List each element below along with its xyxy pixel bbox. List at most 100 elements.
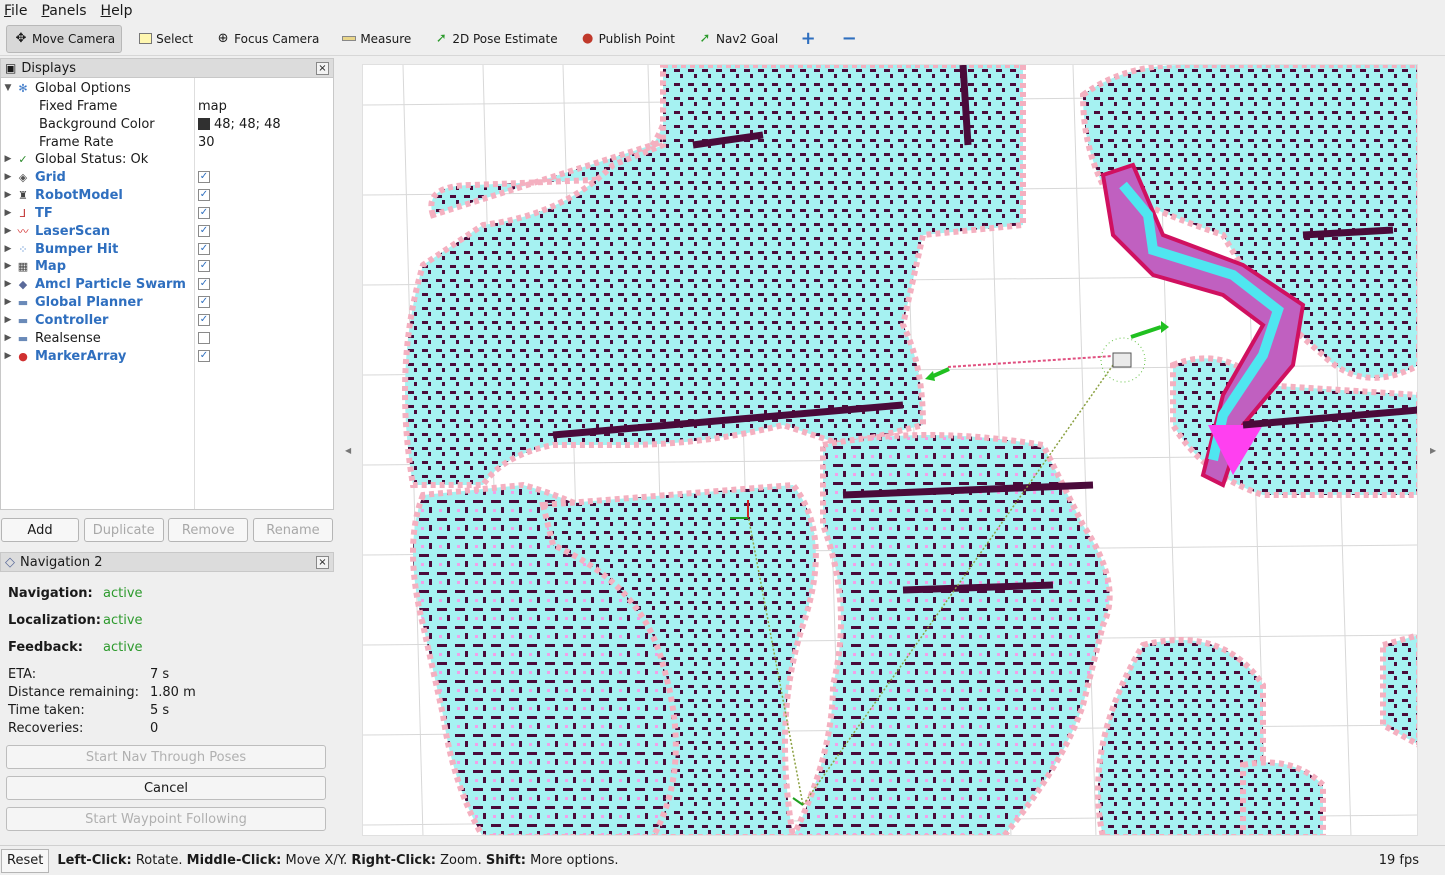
start-waypoint-following-button[interactable]: Start Waypoint Following [6, 807, 326, 831]
collapsed-arrow-icon[interactable]: ▶ [1, 261, 15, 271]
displays-button-row: Add Duplicate Remove Rename [0, 518, 334, 544]
menu-panels[interactable]: Panels [41, 3, 86, 19]
splitter-handle-right[interactable]: ▶ [1430, 446, 1436, 455]
fixed-frame-label: Fixed Frame [39, 98, 118, 114]
grid-icon: ◈ [18, 170, 28, 184]
display-item-map[interactable]: ▶ ▦ Map ✓ [1, 257, 335, 275]
menu-help[interactable]: Help [101, 3, 133, 19]
robot-icon: ♜ [18, 188, 28, 202]
start-nav-through-poses-button[interactable]: Start Nav Through Poses [6, 745, 326, 769]
select-icon [137, 31, 153, 47]
display-checkbox[interactable]: ✓ [198, 189, 210, 201]
display-checkbox[interactable]: ✓ [198, 225, 210, 237]
frame-rate-value[interactable]: 30 [198, 135, 215, 150]
collapsed-arrow-icon[interactable]: ▶ [1, 351, 15, 361]
close-icon[interactable]: × [316, 62, 329, 75]
reset-button[interactable]: Reset [1, 848, 50, 873]
publish-point-tool[interactable]: ● Publish Point [573, 25, 682, 53]
display-item-amcl-particle-swarm[interactable]: ▶ ◆ Amcl Particle Swarm ✓ [1, 275, 335, 293]
3d-view[interactable] [362, 64, 1418, 836]
display-checkbox[interactable] [198, 332, 210, 344]
plus-icon: + [800, 28, 816, 49]
display-checkbox[interactable]: ✓ [198, 207, 210, 219]
left-click-label: Left-Click: [57, 853, 132, 868]
close-icon[interactable]: × [316, 556, 329, 569]
add-button[interactable]: Add [1, 518, 79, 542]
display-label: RobotModel [35, 187, 123, 203]
nav2-diamond-icon: ◇ [5, 554, 15, 570]
collapsed-arrow-icon[interactable]: ▶ [1, 154, 15, 164]
display-checkbox[interactable]: ✓ [198, 260, 210, 272]
display-checkbox[interactable]: ✓ [198, 171, 210, 183]
robot-marker [1100, 321, 1169, 383]
collapsed-arrow-icon[interactable]: ▶ [1, 244, 15, 254]
display-label: TF [35, 205, 53, 221]
display-item-realsense[interactable]: ▶ ▬ Realsense [1, 329, 335, 347]
display-item-markerarray[interactable]: ▶ ● MarkerArray ✓ [1, 347, 335, 365]
display-item-laserscan[interactable]: ▶ 〰 LaserScan ✓ [1, 222, 335, 240]
middle-click-text: Move X/Y. [281, 853, 352, 868]
global-options-row[interactable]: ▼ ✻ Global Options [1, 79, 335, 97]
display-checkbox[interactable]: ✓ [198, 314, 210, 326]
pose-estimate-tool[interactable]: ➚ 2D Pose Estimate [426, 25, 564, 53]
expanded-arrow-icon[interactable]: ▼ [1, 83, 15, 93]
display-checkbox[interactable]: ✓ [198, 296, 210, 308]
display-item-global-planner[interactable]: ▶ ▬ Global Planner ✓ [1, 293, 335, 311]
map-icon: ▦ [17, 259, 29, 273]
collapsed-arrow-icon[interactable]: ▶ [1, 226, 15, 236]
rename-button[interactable]: Rename [252, 518, 333, 542]
global-status-row[interactable]: ▶ ✓ Global Status: Ok [1, 150, 335, 168]
collapsed-arrow-icon[interactable]: ▶ [1, 279, 15, 289]
measure-tool[interactable]: Measure [334, 25, 418, 53]
display-checkbox[interactable]: ✓ [198, 350, 210, 362]
focus-camera-tool[interactable]: ⊕ Focus Camera [208, 25, 326, 53]
navigation-status: Navigation: active [8, 586, 143, 601]
cancel-button[interactable]: Cancel [6, 776, 326, 800]
fixed-frame-row[interactable]: Fixed Frame map [1, 97, 335, 115]
displays-tree: ▼ ✻ Global Options Fixed Frame map Backg… [0, 78, 334, 510]
move-camera-tool[interactable]: ✥ Move Camera [6, 24, 123, 53]
collapsed-arrow-icon[interactable]: ▶ [1, 297, 15, 307]
display-item-robotmodel[interactable]: ▶ ♜ RobotModel ✓ [1, 186, 335, 204]
add-tool-button[interactable]: + [793, 25, 826, 53]
splitter-handle-left[interactable]: ◀ [345, 446, 351, 455]
menu-file[interactable]: File [4, 3, 27, 19]
background-color-label: Background Color [39, 116, 155, 132]
display-label: LaserScan [35, 223, 111, 239]
collapsed-arrow-icon[interactable]: ▶ [1, 315, 15, 325]
monitor-icon: ▣ [5, 61, 17, 75]
display-checkbox[interactable]: ✓ [198, 278, 210, 290]
navigation-label: Navigation: [8, 586, 93, 601]
ruler-icon [341, 31, 357, 47]
collapsed-arrow-icon[interactable]: ▶ [1, 208, 15, 218]
collapsed-arrow-icon[interactable]: ▶ [1, 333, 15, 343]
remove-button[interactable]: Remove [168, 518, 249, 542]
display-label: Global Planner [35, 294, 143, 310]
collapsed-arrow-icon[interactable]: ▶ [1, 172, 15, 182]
map-canvas[interactable] [363, 65, 1418, 836]
fps-counter: 19 fps [1378, 853, 1419, 868]
nav2-panel-header: ◇ Navigation 2 × [0, 552, 334, 572]
fixed-frame-value[interactable]: map [198, 99, 227, 114]
display-label: Grid [35, 169, 66, 185]
distance-row: Distance remaining: 1.80 m [8, 685, 196, 700]
display-label: Bumper Hit [35, 241, 119, 257]
nav2-goal-tool[interactable]: ➚ Nav2 Goal [690, 25, 785, 53]
display-item-tf[interactable]: ▶ ⅃ TF ✓ [1, 204, 335, 222]
green-arrow-icon: ➚ [435, 31, 447, 46]
feedback-status: Feedback: active [8, 640, 143, 655]
navigation-value: active [103, 586, 143, 601]
background-color-value[interactable]: 48; 48; 48 [198, 117, 281, 132]
background-color-row[interactable]: Background Color 48; 48; 48 [1, 115, 335, 133]
collapsed-arrow-icon[interactable]: ▶ [1, 190, 15, 200]
display-item-controller[interactable]: ▶ ▬ Controller ✓ [1, 311, 335, 329]
select-tool[interactable]: Select [130, 25, 200, 53]
checkmark-icon: ✓ [18, 152, 28, 166]
display-item-bumper-hit[interactable]: ▶ ⁘ Bumper Hit ✓ [1, 240, 335, 258]
display-item-grid[interactable]: ▶ ◈ Grid ✓ [1, 168, 335, 186]
remove-tool-button[interactable]: − [834, 25, 867, 53]
display-label: Controller [35, 312, 109, 328]
frame-rate-row[interactable]: Frame Rate 30 [1, 133, 335, 151]
duplicate-button[interactable]: Duplicate [83, 518, 164, 542]
display-checkbox[interactable]: ✓ [198, 243, 210, 255]
